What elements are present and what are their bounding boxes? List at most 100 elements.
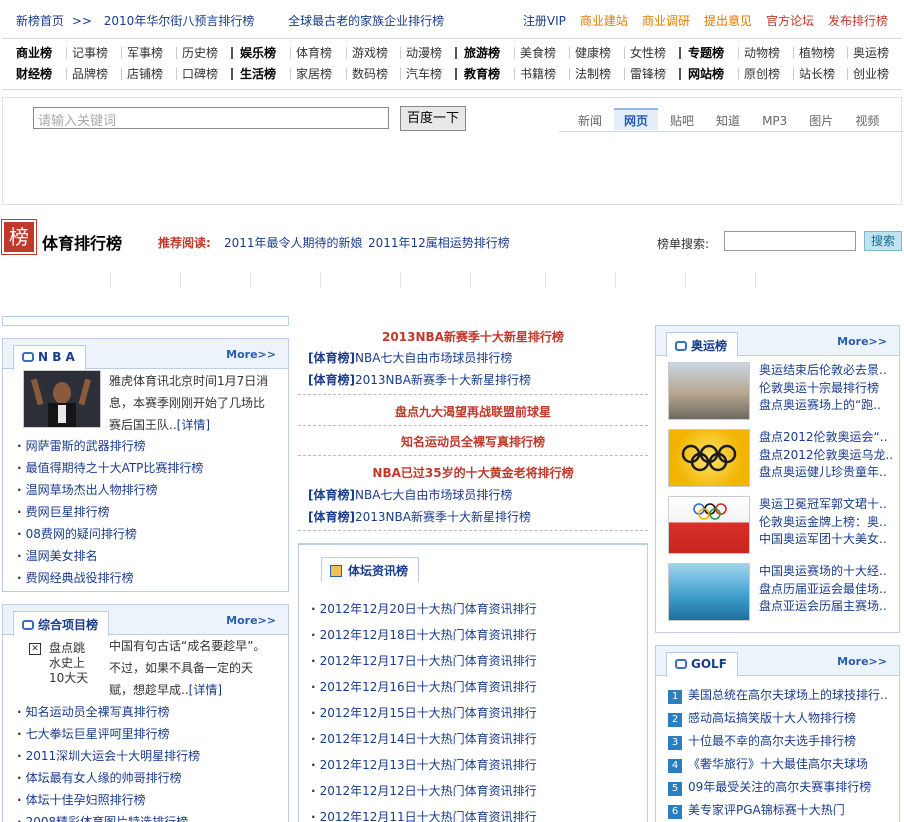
nba-list-item[interactable]: 最值得期待之十大ATP比赛排行榜 (17, 457, 282, 479)
search-tab[interactable]: 贴吧 (660, 110, 704, 132)
top-link[interactable]: 官方论坛 (766, 14, 814, 28)
search-input[interactable]: 请输入关键词 (33, 107, 389, 129)
olympic-link[interactable]: 伦敦奥运金牌上榜：奥.. (759, 514, 897, 532)
nba-list-item[interactable]: 08费网的疑问排行榜 (17, 523, 282, 545)
olympic-link[interactable]: 盘点历届亚运会最佳场.. (759, 581, 897, 599)
category-link[interactable]: 原创榜 (744, 65, 780, 82)
nba-feature-image[interactable] (23, 370, 101, 428)
category-link[interactable]: 站长榜 (799, 65, 835, 82)
olympic-link[interactable]: 奥运卫冕冠军郭文珺十.. (759, 496, 897, 514)
golf-more-link[interactable]: More>> (837, 655, 887, 668)
category-link[interactable]: 美食榜 (520, 44, 556, 61)
swimmer-thumb[interactable] (668, 563, 750, 621)
news-list-item[interactable]: 2012年12月11日十大热门体育资讯排行 (311, 804, 641, 822)
top-link[interactable]: 提出意见 (704, 14, 752, 28)
olympic-link[interactable]: 盘点奥运健儿珍贵童年.. (759, 464, 897, 482)
category-link[interactable]: 专题榜 (688, 44, 724, 61)
breadcrumb-link[interactable]: 2010年华尔街八预言排行榜 (104, 14, 255, 28)
category-link[interactable]: 军事榜 (127, 44, 163, 61)
mid-headline-3[interactable]: 知名运动员全裸写真排行榜 (298, 433, 648, 450)
olympic-rings-gold-thumb[interactable] (668, 429, 750, 487)
zonghe-detail-link[interactable]: [详情] (189, 683, 222, 697)
golf-list-item[interactable]: 6 美专家评PGA锦标赛十大热门 (668, 799, 896, 822)
olympic-link[interactable]: 盘点亚运会历届主赛场.. (759, 598, 897, 616)
search-tab[interactable]: 图片 (799, 110, 843, 132)
slogan-link[interactable]: 全球最古老的家族企业排行榜 (288, 14, 444, 28)
top-link[interactable]: 商业建站 (580, 14, 628, 28)
category-link[interactable]: 健康榜 (575, 44, 611, 61)
category-link[interactable]: 口碑榜 (182, 65, 218, 82)
nba-detail-link[interactable]: [详情] (177, 418, 210, 432)
recommend-link-1[interactable]: 2011年最令人期待的新娘 (224, 234, 363, 251)
category-link[interactable]: 生活榜 (240, 65, 276, 82)
nba-tab[interactable]: N B A (13, 345, 86, 370)
search-tab[interactable]: 网页 (614, 108, 659, 130)
list-search-input[interactable] (724, 231, 856, 251)
top-link[interactable]: 商业调研 (642, 14, 690, 28)
nba-list-item[interactable]: 温网美女排名 (17, 545, 282, 567)
search-button[interactable]: 百度一下 (400, 106, 466, 131)
category-link[interactable]: 旅游榜 (464, 44, 500, 61)
mid-line[interactable]: [体育榜]NBA七大自由市场球员排行榜 (308, 349, 512, 366)
olympic-more-link[interactable]: More>> (837, 335, 887, 348)
recommend-link-2[interactable]: 2011年12属相运势排行榜 (368, 234, 510, 251)
london-street-thumb[interactable] (668, 362, 750, 420)
nba-list-item[interactable]: 温网草场杰出人物排行榜 (17, 479, 282, 501)
news-list-item[interactable]: 2012年12月17日十大热门体育资讯排行 (311, 648, 641, 674)
mid-headline-4[interactable]: NBA已过35岁的十大黄金老将排行榜 (298, 464, 648, 481)
golf-list-item[interactable]: 3 十位最不幸的高尔夫选手排行榜 (668, 730, 896, 753)
category-link[interactable]: 创业榜 (853, 65, 889, 82)
top-link[interactable]: 注册VIP (523, 14, 566, 28)
mid-line[interactable]: [体育榜]NBA七大自由市场球员排行榜 (308, 486, 512, 503)
news-list-item[interactable]: 2012年12月12日十大热门体育资讯排行 (311, 778, 641, 804)
mid-line[interactable]: [体育榜]2013NBA新赛季十大新星排行榜 (308, 371, 531, 388)
news-list-item[interactable]: 2012年12月18日十大热门体育资讯排行 (311, 622, 641, 648)
home-link[interactable]: 新榜首页 (16, 14, 64, 28)
category-link[interactable]: 网站榜 (688, 65, 724, 82)
category-link[interactable]: 历史榜 (182, 44, 218, 61)
category-link[interactable]: 雷锋榜 (630, 65, 666, 82)
category-link[interactable]: 动物榜 (744, 44, 780, 61)
category-link[interactable]: 品牌榜 (72, 65, 108, 82)
news-list-item[interactable]: 2012年12月20日十大热门体育资讯排行 (311, 596, 641, 622)
mid-line[interactable]: [体育榜]2013NBA新赛季十大新星排行榜 (308, 508, 531, 525)
olympic-link[interactable]: 盘点奥运赛场上的“跑.. (759, 397, 897, 415)
nba-list-item[interactable]: 网萨雷斯的武器排行榜 (17, 435, 282, 457)
category-link[interactable]: 汽车榜 (406, 65, 442, 82)
nba-more-link[interactable]: More>> (226, 348, 276, 361)
olympic-link[interactable]: 伦敦奥运十宗最排行榜 (759, 380, 897, 398)
list-search-button[interactable]: 搜索 (864, 231, 902, 251)
category-link[interactable]: 书籍榜 (520, 65, 556, 82)
golf-list-item[interactable]: 2 感动高坛搞笑版十大人物排行榜 (668, 707, 896, 730)
category-link[interactable]: 女性榜 (630, 44, 666, 61)
athlete-medal-thumb[interactable] (668, 496, 750, 554)
nba-list-item[interactable]: 费网巨星排行榜 (17, 501, 282, 523)
olympic-link[interactable]: 盘点2012伦敦奥运乌龙.. (759, 447, 897, 465)
zonghe-list-item[interactable]: 2008精彩体育图片特选排行榜 (17, 811, 282, 822)
nba-list-item[interactable]: 费网经典战役排行榜 (17, 567, 282, 589)
zonghe-list-item[interactable]: 2011深圳大运会十大明星排行榜 (17, 745, 282, 767)
olympic-link[interactable]: 中国奥运赛场的十大经.. (759, 563, 897, 581)
category-link[interactable]: 动漫榜 (406, 44, 442, 61)
category-link[interactable]: 教育榜 (464, 65, 500, 82)
category-link[interactable]: 法制榜 (575, 65, 611, 82)
category-link[interactable]: 奥运榜 (853, 44, 889, 61)
news-list-item[interactable]: 2012年12月14日十大热门体育资讯排行 (311, 726, 641, 752)
golf-list-item[interactable]: 1 美国总统在高尔夫球场上的球技排行.. (668, 684, 896, 707)
search-tab[interactable]: 视频 (845, 110, 889, 132)
golf-list-item[interactable]: 4 《奢华旅行》十大最佳高尔夫球场 (668, 753, 896, 776)
zonghe-more-link[interactable]: More>> (226, 614, 276, 627)
mid-headline-1[interactable]: 2013NBA新赛季十大新星排行榜 (298, 328, 648, 345)
search-tab[interactable]: MP3 (752, 110, 797, 132)
zonghe-list-item[interactable]: 体坛十佳孕妇照排行榜 (17, 789, 282, 811)
zonghe-image-alt[interactable]: 盘点跳水史上10大天 (49, 641, 95, 686)
top-link[interactable]: 发布排行榜 (828, 14, 888, 28)
category-link[interactable]: 数码榜 (352, 65, 388, 82)
search-tab[interactable]: 新闻 (568, 110, 612, 132)
golf-tab[interactable]: GOLF (666, 652, 738, 677)
zonghe-tab[interactable]: 综合项目榜 (13, 611, 110, 636)
mid-headline-2[interactable]: 盘点九大渴望再战联盟前球星 (298, 403, 648, 420)
category-link[interactable]: 店铺榜 (127, 65, 163, 82)
zonghe-list-item[interactable]: 体坛最有女人缘的帅哥排行榜 (17, 767, 282, 789)
category-link[interactable]: 家居榜 (296, 65, 332, 82)
